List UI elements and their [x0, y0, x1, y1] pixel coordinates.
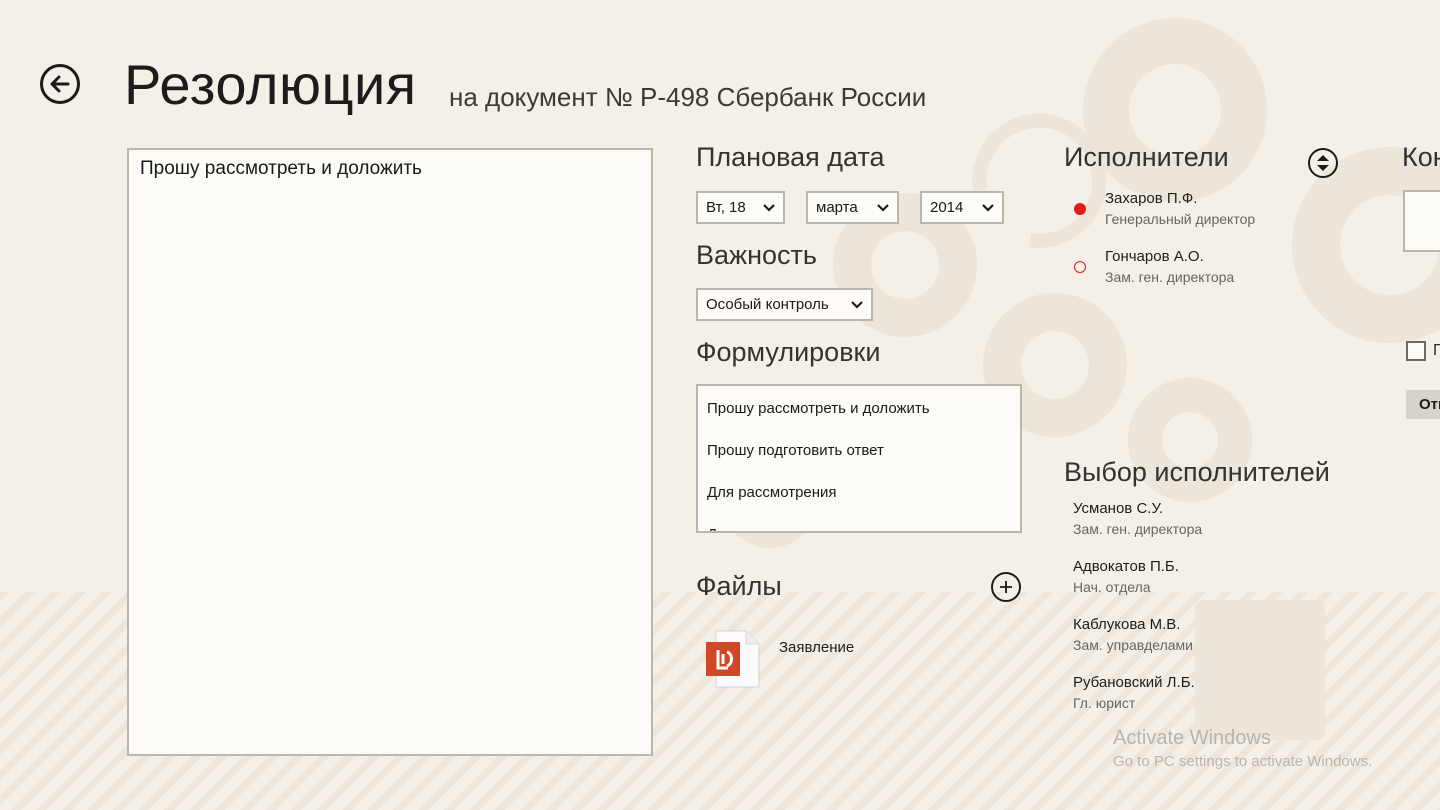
- importance-label: Важность: [696, 240, 817, 270]
- executor-name: Гончаров А.О.: [1105, 248, 1204, 265]
- chevron-down-icon: [851, 300, 863, 309]
- send-button[interactable]: Отп: [1406, 390, 1440, 419]
- control-input[interactable]: [1403, 190, 1440, 252]
- year-select-value: 2014: [930, 199, 964, 216]
- candidate-role: Зам. управделами: [1073, 637, 1193, 653]
- executor-role: Зам. ген. директора: [1105, 269, 1235, 285]
- files-label: Файлы: [696, 571, 782, 601]
- executor-item[interactable]: Гончаров А.О. Зам. ген. директора: [1105, 248, 1234, 285]
- executors-label: Исполнители: [1064, 142, 1229, 172]
- importance-select-value: Особый контроль: [706, 296, 829, 313]
- executor-primary-indicator[interactable]: [1074, 203, 1086, 215]
- candidate-name: Усманов С.У.: [1073, 500, 1164, 517]
- planned-date-label: Плановая дата: [696, 142, 885, 172]
- executor-secondary-indicator[interactable]: [1074, 261, 1086, 273]
- candidate-item[interactable]: Каблукова М.В. Зам. управделами: [1073, 616, 1193, 653]
- add-file-button[interactable]: [991, 572, 1021, 602]
- chevron-down-icon: [877, 203, 889, 212]
- up-down-arrows-icon: [1317, 155, 1329, 171]
- candidate-item[interactable]: Адвокатов П.Б. Нач. отдела: [1073, 558, 1179, 595]
- file-name[interactable]: Заявление: [779, 639, 854, 656]
- phrase-option[interactable]: Прошу рассмотреть и доложить: [698, 398, 1020, 440]
- page-title: Резолюция: [124, 53, 417, 116]
- month-select[interactable]: марта: [806, 191, 899, 224]
- candidate-item[interactable]: Рубановский Л.Б. Гл. юрист: [1073, 674, 1195, 711]
- activation-watermark-text: Go to PC settings to activate Windows.: [1113, 753, 1373, 770]
- candidate-role: Гл. юрист: [1073, 695, 1136, 711]
- back-button[interactable]: [40, 64, 80, 104]
- phrase-option[interactable]: Прошу подготовить ответ: [698, 440, 1020, 482]
- back-arrow-icon: [50, 75, 70, 93]
- phrase-option[interactable]: Для рассмотрения: [698, 482, 1020, 524]
- executor-item[interactable]: Захаров П.Ф. Генеральный директор: [1105, 190, 1255, 227]
- plus-icon: [1000, 581, 1012, 593]
- phrases-list[interactable]: Прошу рассмотреть и доложить Прошу подго…: [696, 384, 1022, 533]
- month-select-value: марта: [816, 199, 858, 216]
- option-checkbox[interactable]: [1406, 341, 1426, 361]
- reorder-executors-button[interactable]: [1308, 148, 1338, 178]
- day-select-value: Вт, 18: [706, 199, 746, 216]
- candidate-name: Рубановский Л.Б.: [1073, 674, 1195, 691]
- phrases-label: Формулировки: [696, 337, 881, 367]
- candidate-role: Нач. отдела: [1073, 579, 1151, 595]
- chevron-down-icon: [982, 203, 994, 212]
- importance-select[interactable]: Особый контроль: [696, 288, 873, 321]
- executor-choice-label: Выбор исполнителей: [1064, 457, 1330, 487]
- option-checkbox-label: П: [1433, 342, 1440, 359]
- phrase-option[interactable]: Д: [698, 524, 1020, 531]
- candidate-name: Адвокатов П.Б.: [1073, 558, 1179, 575]
- year-select[interactable]: 2014: [920, 191, 1004, 224]
- candidate-item[interactable]: Усманов С.У. Зам. ген. директора: [1073, 500, 1202, 537]
- executor-name: Захаров П.Ф.: [1105, 190, 1198, 207]
- page-subtitle: на документ № Р-498 Сбербанк России: [449, 82, 927, 112]
- resolution-textarea[interactable]: Прошу рассмотреть и доложить: [127, 148, 653, 756]
- candidate-role: Зам. ген. директора: [1073, 521, 1203, 537]
- chevron-down-icon: [763, 203, 775, 212]
- pdf-file-icon[interactable]: [704, 630, 760, 688]
- candidate-name: Каблукова М.В.: [1073, 616, 1181, 633]
- executor-role: Генеральный директор: [1105, 211, 1256, 227]
- day-select[interactable]: Вт, 18: [696, 191, 785, 224]
- activation-watermark-title: Activate Windows: [1113, 727, 1271, 749]
- control-label: Кон: [1402, 142, 1440, 172]
